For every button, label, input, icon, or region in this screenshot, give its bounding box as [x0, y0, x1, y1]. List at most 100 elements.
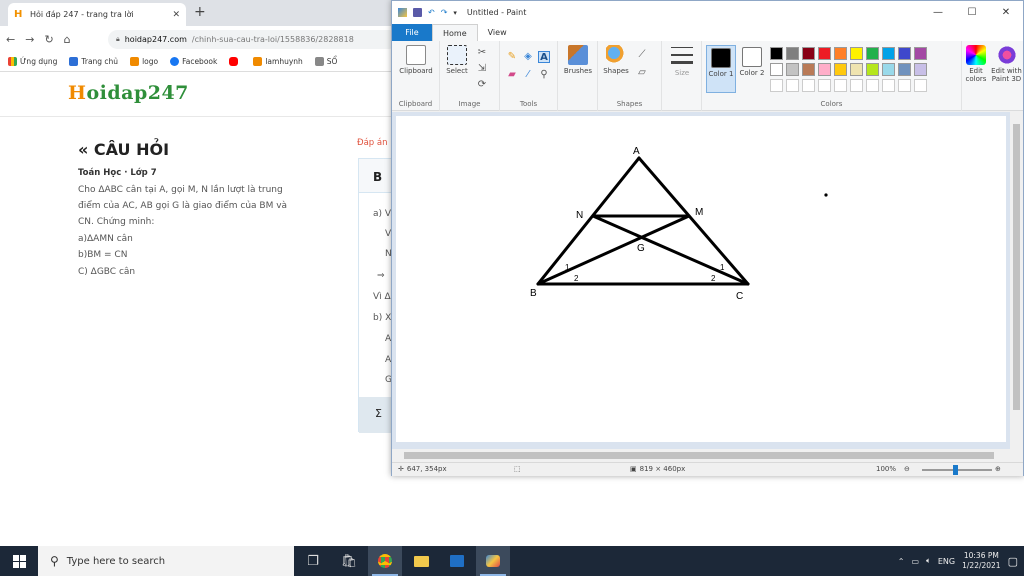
- palette-swatch[interactable]: [770, 63, 783, 76]
- palette-swatch[interactable]: [850, 47, 863, 60]
- forward-arrow-icon[interactable]: →: [25, 33, 34, 46]
- crop-icon[interactable]: ✂: [476, 47, 488, 59]
- edit-colors-button[interactable]: Edit colors: [962, 45, 990, 83]
- notifications-icon[interactable]: ▢: [1008, 555, 1018, 568]
- outline-icon[interactable]: ⟋: [636, 49, 648, 61]
- palette-swatch[interactable]: [850, 63, 863, 76]
- custom-color-slot[interactable]: [834, 79, 847, 92]
- eraser-icon[interactable]: ▰: [506, 69, 518, 81]
- answer-tab[interactable]: Đáp án: [357, 138, 388, 148]
- vertical-scrollbar[interactable]: [1010, 112, 1023, 449]
- custom-color-slot[interactable]: [914, 79, 927, 92]
- tab-close-icon[interactable]: ✕: [172, 10, 180, 20]
- custom-color-slot[interactable]: [802, 79, 815, 92]
- zoom-out-button[interactable]: ⊖: [904, 465, 910, 473]
- bookmark-apps[interactable]: Ứng dụng: [8, 57, 57, 66]
- store-app-button[interactable]: 🛍︎: [332, 546, 366, 576]
- custom-color-slot[interactable]: [770, 79, 783, 92]
- fill-bucket-icon[interactable]: ◈: [522, 51, 534, 63]
- back-arrow-icon[interactable]: ←: [6, 33, 15, 46]
- clipboard-button[interactable]: Clipboard: [396, 45, 436, 75]
- zoom-in-button[interactable]: ⊕: [995, 465, 1001, 473]
- color1-button[interactable]: Color 1: [706, 45, 736, 93]
- pencil-icon[interactable]: ✎: [506, 51, 518, 63]
- home-icon[interactable]: ⌂: [64, 33, 71, 46]
- palette-swatch[interactable]: [818, 47, 831, 60]
- maximize-button[interactable]: ☐: [955, 1, 989, 24]
- text-tool-icon[interactable]: A: [538, 51, 550, 63]
- palette-swatch[interactable]: [898, 47, 911, 60]
- paint-app-button[interactable]: [476, 546, 510, 576]
- palette-swatch[interactable]: [882, 63, 895, 76]
- palette-swatch[interactable]: [866, 63, 879, 76]
- edit-with-paint3d-button[interactable]: Edit with Paint 3D: [990, 45, 1023, 83]
- scroll-thumb[interactable]: [404, 452, 994, 459]
- fill-icon[interactable]: ▱: [636, 67, 648, 79]
- language-indicator[interactable]: ENG: [938, 557, 955, 566]
- clock[interactable]: 10:36 PM 1/22/2021: [962, 551, 1000, 571]
- palette-swatch[interactable]: [802, 47, 815, 60]
- custom-color-slot[interactable]: [882, 79, 895, 92]
- undo-icon[interactable]: ↶: [428, 8, 435, 17]
- custom-color-slot[interactable]: [850, 79, 863, 92]
- tab-file[interactable]: File: [392, 24, 432, 41]
- shapes-button[interactable]: Shapes: [600, 45, 632, 75]
- palette-swatch[interactable]: [802, 63, 815, 76]
- bookmark-youtube[interactable]: [229, 57, 241, 66]
- custom-color-slot[interactable]: [786, 79, 799, 92]
- volume-icon[interactable]: 🔈︎: [926, 556, 931, 566]
- drawing-canvas[interactable]: A B C M N G 1 2 1 2: [396, 116, 1006, 442]
- bookmark-facebook[interactable]: Facebook: [170, 57, 217, 66]
- horizontal-scrollbar[interactable]: [392, 449, 1010, 462]
- palette-swatch[interactable]: [914, 63, 927, 76]
- custom-color-slot[interactable]: [898, 79, 911, 92]
- palette-swatch[interactable]: [914, 47, 927, 60]
- reload-icon[interactable]: ↻: [44, 33, 53, 46]
- tab-view[interactable]: View: [478, 24, 517, 41]
- taskbar-search-box[interactable]: ⚲ Type here to search: [38, 546, 294, 576]
- outlook-app-button[interactable]: [440, 546, 474, 576]
- tab-home[interactable]: Home: [432, 24, 478, 41]
- scroll-thumb[interactable]: [1013, 124, 1020, 410]
- browser-tab-active[interactable]: H Hỏi đáp 247 - trang tra lời ✕: [8, 3, 186, 26]
- color-picker-icon[interactable]: ⁄: [522, 69, 534, 81]
- customize-quick-access-icon[interactable]: ▾: [453, 9, 457, 17]
- palette-swatch[interactable]: [834, 47, 847, 60]
- save-icon[interactable]: [413, 8, 422, 17]
- magnifier-icon[interactable]: ⚲: [538, 69, 550, 81]
- custom-color-slot[interactable]: [866, 79, 879, 92]
- brushes-button[interactable]: Brushes: [562, 45, 594, 75]
- show-hidden-icons-icon[interactable]: ⌃: [898, 557, 905, 566]
- palette-swatch[interactable]: [834, 63, 847, 76]
- site-logo[interactable]: Hoidap247: [68, 82, 189, 104]
- palette-swatch[interactable]: [786, 63, 799, 76]
- bookmark-logo[interactable]: logo: [130, 57, 158, 66]
- palette-swatch[interactable]: [866, 47, 879, 60]
- color2-button[interactable]: Color 2: [738, 47, 766, 77]
- address-bar[interactable]: 🔒︎ hoidap247.com/chinh-sua-cau-tra-loi/1…: [108, 30, 398, 49]
- custom-color-slot[interactable]: [818, 79, 831, 92]
- palette-swatch[interactable]: [786, 47, 799, 60]
- minimize-button[interactable]: —: [921, 1, 955, 24]
- new-tab-button[interactable]: +: [194, 4, 206, 20]
- rotate-icon[interactable]: ⟳: [476, 79, 488, 91]
- palette-swatch[interactable]: [818, 63, 831, 76]
- palette-swatch[interactable]: [770, 47, 783, 60]
- resize-icon[interactable]: ⇲: [476, 63, 488, 75]
- palette-swatch[interactable]: [882, 47, 895, 60]
- select-button[interactable]: Select: [442, 45, 472, 75]
- bookmark-so[interactable]: SỔ: [314, 57, 337, 66]
- palette-swatch[interactable]: [898, 63, 911, 76]
- bookmark-lamhuynh[interactable]: lamhuynh: [253, 57, 303, 66]
- chrome-app-button[interactable]: [368, 546, 402, 576]
- start-button[interactable]: [0, 546, 38, 576]
- file-explorer-button[interactable]: [404, 546, 438, 576]
- size-button[interactable]: Size: [666, 47, 698, 77]
- task-view-button[interactable]: ❐: [296, 546, 330, 576]
- zoom-slider-thumb[interactable]: [953, 465, 958, 475]
- close-window-button[interactable]: ✕: [989, 1, 1023, 24]
- group-label: Colors: [820, 100, 843, 108]
- redo-icon[interactable]: ↷: [441, 8, 448, 17]
- bookmark-home[interactable]: Trang chủ: [69, 57, 118, 66]
- network-icon[interactable]: ▭: [912, 557, 920, 566]
